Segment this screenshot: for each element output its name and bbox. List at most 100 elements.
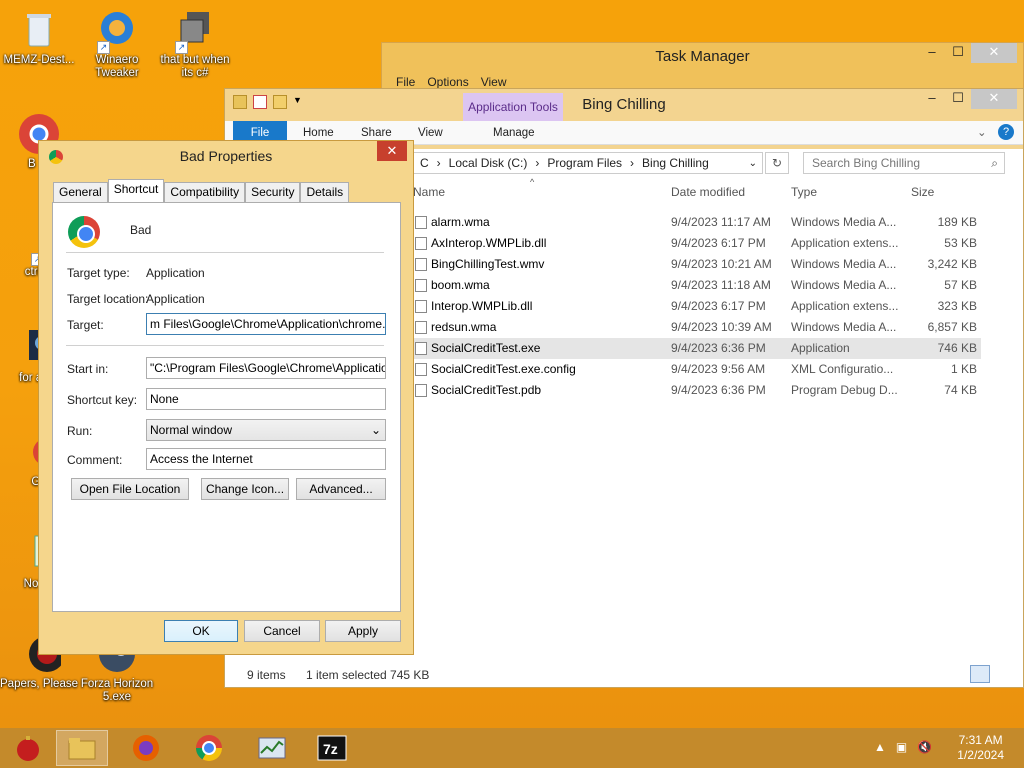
tab-details[interactable]: Details bbox=[300, 182, 350, 202]
column-type[interactable]: Type bbox=[791, 185, 817, 205]
search-icon[interactable]: ⌕ bbox=[991, 153, 998, 173]
column-date-modified[interactable]: Date modified bbox=[671, 185, 745, 205]
breadcrumb-c[interactable]: C bbox=[420, 156, 429, 170]
large-icons-view-icon[interactable] bbox=[992, 665, 1012, 683]
file-date: 9/4/2023 6:17 PM bbox=[671, 299, 766, 313]
comment-field[interactable]: Access the Internet bbox=[146, 448, 386, 470]
run-select[interactable]: Normal window ⌄ bbox=[146, 419, 386, 441]
column-name[interactable]: Name bbox=[413, 185, 445, 205]
file-size: 1 KB bbox=[950, 362, 977, 376]
task-manager-window-buttons: – ☐ ✕ bbox=[919, 43, 1017, 63]
desktop-icon-recycle-bin[interactable]: MEMZ-Dest... bbox=[0, 8, 78, 67]
details-view-icon[interactable] bbox=[970, 665, 990, 683]
advanced-button[interactable]: Advanced... bbox=[296, 478, 386, 500]
start-button[interactable] bbox=[2, 730, 54, 766]
shortcut-key-field[interactable]: None bbox=[146, 388, 386, 410]
properties-dialog[interactable]: Bad Properties ✕ General Shortcut Compat… bbox=[38, 140, 414, 655]
close-button[interactable]: ✕ bbox=[971, 43, 1017, 63]
file-size: 57 KB bbox=[944, 278, 977, 292]
tab-manage[interactable]: Manage bbox=[493, 121, 535, 145]
ok-button[interactable]: OK bbox=[164, 620, 238, 642]
file-row[interactable]: SocialCreditTest.exe 9/4/2023 6:36 PM Appl… bbox=[411, 338, 981, 359]
help-icon[interactable]: ? bbox=[998, 124, 1014, 140]
minimize-button[interactable]: – bbox=[919, 89, 945, 109]
taskbar-task-manager[interactable] bbox=[246, 730, 298, 766]
file-type: Application extens... bbox=[791, 236, 899, 250]
file-icon bbox=[415, 279, 427, 292]
file-row[interactable]: SocialCreditTest.exe.config 9/4/2023 9:56… bbox=[411, 359, 981, 380]
close-button[interactable]: ✕ bbox=[971, 89, 1017, 109]
volume-muted-icon[interactable]: 🔇 bbox=[917, 740, 932, 754]
close-button[interactable]: ✕ bbox=[377, 141, 407, 161]
file-icon bbox=[415, 321, 427, 334]
file-icon bbox=[415, 342, 427, 355]
breadcrumb-program-files[interactable]: Program Files bbox=[547, 156, 622, 170]
file-name: redsun.wma bbox=[431, 320, 497, 334]
status-selection: 1 item selected 745 KB bbox=[306, 668, 430, 682]
tab-compatibility[interactable]: Compatibility bbox=[164, 182, 246, 202]
column-size[interactable]: Size bbox=[911, 185, 934, 205]
target-location-value: Application bbox=[146, 292, 205, 306]
file-name: BingChillingTest.wmv bbox=[431, 257, 545, 271]
comment-label: Comment: bbox=[67, 453, 123, 467]
refresh-icon[interactable]: ↻ bbox=[765, 152, 789, 174]
file-row[interactable]: BingChillingTest.wmv 9/4/2023 10:21 AM Win… bbox=[411, 254, 981, 275]
file-date: 9/4/2023 6:17 PM bbox=[671, 236, 766, 250]
file-size: 6,857 KB bbox=[927, 320, 977, 334]
taskbar-7zip[interactable]: 7z bbox=[306, 730, 358, 766]
tab-general[interactable]: General bbox=[53, 182, 108, 202]
file-size: 189 KB bbox=[937, 215, 977, 229]
chevron-down-icon[interactable]: ⌄ bbox=[977, 121, 987, 145]
chevron-right-icon: › bbox=[436, 156, 441, 170]
desktop-icon-winaero[interactable]: ↗ Winaero Tweaker bbox=[78, 8, 156, 80]
menu-file[interactable]: File bbox=[396, 75, 415, 89]
desktop-icon-that-but-when[interactable]: ↗ that but when its c# bbox=[156, 8, 234, 80]
breadcrumb-local-disk[interactable]: Local Disk (C:) bbox=[449, 156, 528, 170]
menu-view[interactable]: View bbox=[481, 75, 507, 89]
maximize-button[interactable]: ☐ bbox=[945, 89, 971, 109]
chevron-down-icon[interactable]: ⌄ bbox=[749, 158, 757, 169]
file-icon bbox=[415, 384, 427, 397]
change-icon-button[interactable]: Change Icon... bbox=[201, 478, 289, 500]
file-row[interactable]: Interop.WMPLib.dll 9/4/2023 6:17 PM Applic… bbox=[411, 296, 981, 317]
file-name: SocialCreditTest.pdb bbox=[431, 383, 542, 397]
search-input[interactable]: Search Bing Chilling ⌕ bbox=[803, 152, 1005, 174]
target-field[interactable]: m Files\Google\Chrome\Application\chrome… bbox=[146, 313, 386, 335]
apply-button[interactable]: Apply bbox=[325, 620, 401, 642]
address-bar[interactable]: C › Local Disk (C:) › Program Files › Bi… bbox=[413, 152, 763, 174]
taskbar-file-explorer[interactable] bbox=[56, 730, 108, 766]
task-manager-icon bbox=[258, 737, 286, 759]
target-type-value: Application bbox=[146, 266, 205, 280]
minimize-button[interactable]: – bbox=[919, 43, 945, 63]
file-row[interactable]: boom.wma 9/4/2023 11:18 AM Windows Media A… bbox=[411, 275, 981, 296]
maximize-button[interactable]: ☐ bbox=[945, 43, 971, 63]
file-row[interactable]: alarm.wma 9/4/2023 11:17 AM Windows Media … bbox=[411, 212, 981, 233]
status-item-count: 9 items bbox=[247, 668, 286, 682]
tab-shortcut[interactable]: Shortcut bbox=[107, 179, 165, 203]
breadcrumb-bing-chilling[interactable]: Bing Chilling bbox=[642, 156, 709, 170]
tab-view[interactable]: View bbox=[418, 121, 443, 145]
file-name: AxInterop.WMPLib.dll bbox=[431, 236, 547, 250]
open-file-location-button[interactable]: Open File Location bbox=[71, 478, 189, 500]
file-row[interactable]: AxInterop.WMPLib.dll 9/4/2023 6:17 PM Appl… bbox=[411, 233, 981, 254]
taskbar-chrome[interactable] bbox=[183, 730, 235, 766]
file-type: Program Debug D... bbox=[791, 383, 898, 397]
tab-security[interactable]: Security bbox=[245, 182, 301, 202]
target-label: Target: bbox=[67, 318, 104, 332]
properties-tabs: General Shortcut Compatibility Security … bbox=[53, 179, 350, 203]
start-in-label: Start in: bbox=[67, 362, 109, 376]
shortcut-panel: Bad Target type: Application Target loca… bbox=[52, 202, 401, 612]
system-tray: ▲ ▣ 🔇 bbox=[874, 740, 932, 754]
file-date: 9/4/2023 10:39 AM bbox=[671, 320, 772, 334]
cancel-button[interactable]: Cancel bbox=[244, 620, 320, 642]
clock[interactable]: 7:31 AM 1/2/2024 bbox=[957, 733, 1004, 763]
file-row[interactable]: SocialCreditTest.pdb 9/4/2023 6:36 PM Prog… bbox=[411, 380, 981, 401]
chevron-up-icon[interactable]: ▲ bbox=[874, 740, 886, 754]
chevron-down-icon: ⌄ bbox=[370, 423, 381, 437]
start-in-field[interactable]: "C:\Program Files\Google\Chrome\Applicat… bbox=[146, 357, 386, 379]
menu-options[interactable]: Options bbox=[427, 75, 468, 89]
file-row[interactable]: redsun.wma 9/4/2023 10:39 AM Windows Media… bbox=[411, 317, 981, 338]
taskbar-firefox[interactable] bbox=[120, 730, 172, 766]
7zip-icon: 7z bbox=[317, 735, 347, 761]
network-icon[interactable]: ▣ bbox=[896, 740, 907, 754]
